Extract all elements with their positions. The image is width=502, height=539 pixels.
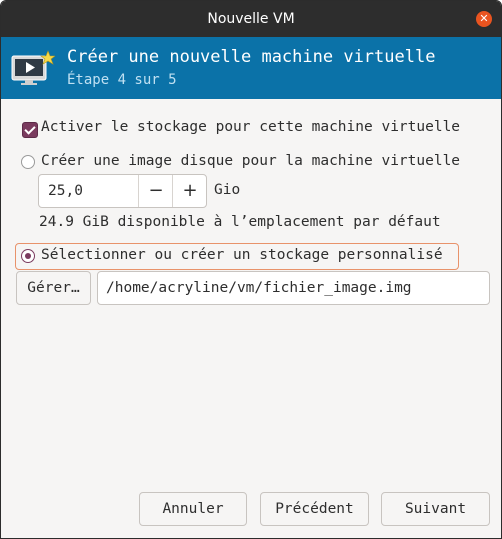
page-heading: Créer une nouvelle machine virtuelle [67, 47, 436, 67]
increase-size-button[interactable]: + [172, 175, 207, 207]
dialog-window: Nouvelle VM ✕ Créer une nouvelle machine… [0, 0, 502, 539]
cancel-button[interactable]: Annuler [139, 492, 247, 526]
vm-monitor-icon [11, 50, 55, 85]
window-title: Nouvelle VM [207, 11, 295, 27]
create-disk-image-label[interactable]: Créer une image disque pour la machine v… [41, 153, 460, 169]
custom-storage-label[interactable]: Sélectionner ou créer un stockage person… [41, 247, 443, 263]
create-disk-image-radio[interactable] [21, 155, 35, 169]
size-unit-label: Gio [214, 182, 241, 198]
enable-storage-label[interactable]: Activer le stockage pour cette machine v… [41, 119, 460, 135]
manage-storage-button[interactable]: Gérer… [16, 271, 91, 305]
enable-storage-checkbox[interactable] [22, 122, 38, 138]
wizard-banner: Créer une nouvelle machine virtuelle Éta… [1, 37, 501, 99]
storage-path-input[interactable]: /home/acryline/vm/fichier_image.img [97, 271, 490, 305]
custom-storage-radio[interactable] [21, 249, 35, 263]
disk-size-spinbutton[interactable]: 25,0 − + [38, 174, 207, 208]
title-bar[interactable]: Nouvelle VM ✕ [1, 1, 501, 37]
disk-size-value[interactable]: 25,0 [48, 175, 83, 207]
close-icon[interactable]: ✕ [476, 11, 492, 27]
step-indicator: Étape 4 sur 5 [67, 72, 177, 88]
available-space-text: 24.9 GiB disponible à l’emplacement par … [39, 214, 441, 230]
next-button[interactable]: Suivant [381, 492, 490, 526]
back-button[interactable]: Précédent [260, 492, 369, 526]
decrease-size-button[interactable]: − [138, 175, 173, 207]
storage-path-value[interactable]: /home/acryline/vm/fichier_image.img [106, 272, 412, 304]
